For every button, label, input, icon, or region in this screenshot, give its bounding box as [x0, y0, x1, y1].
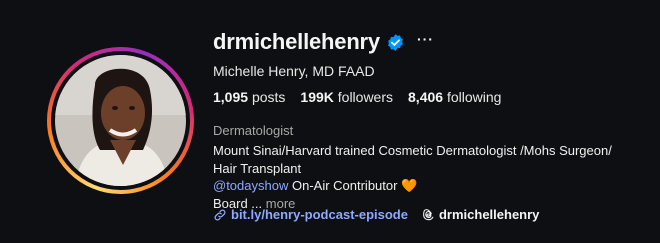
- profile-stats: 1,095 posts 199K followers 8,406 followi…: [213, 89, 501, 105]
- following-count: 8,406: [408, 89, 444, 105]
- username-row: drmichellehenry ···: [213, 29, 434, 55]
- posts-stat: 1,095 posts: [213, 89, 285, 105]
- followers-count: 199K: [300, 89, 334, 105]
- threads-handle: drmichellehenry: [438, 207, 540, 222]
- threads-icon: [423, 209, 434, 221]
- followers-label: followers: [337, 89, 394, 105]
- profile-avatar[interactable]: [47, 47, 194, 194]
- following-stat[interactable]: 8,406 following: [408, 89, 501, 105]
- full-name: Michelle Henry, MD FAAD: [213, 63, 375, 79]
- link-icon: [214, 209, 226, 220]
- threads-link[interactable]: drmichellehenry: [422, 207, 539, 222]
- website-link-text: bit.ly/henry-podcast-episode: [231, 207, 408, 222]
- posts-label: posts: [251, 89, 286, 105]
- bio-line-2: @todayshow On-Air Contributor 🧡: [213, 177, 633, 195]
- avatar-portrait: [55, 55, 186, 186]
- username: drmichellehenry: [213, 29, 380, 54]
- following-label: following: [446, 89, 502, 105]
- bio-line-1: Mount Sinai/Harvard trained Cosmetic Der…: [213, 143, 612, 176]
- bio-mention-suffix: On-Air Contributor: [288, 178, 402, 193]
- heart-emoji: 🧡: [401, 178, 418, 193]
- profile-category: Dermatologist: [213, 123, 294, 138]
- profile-bio: Mount Sinai/Harvard trained Cosmetic Der…: [213, 142, 633, 212]
- links-row: bit.ly/henry-podcast-episode drmichelleh…: [213, 207, 539, 222]
- followers-stat[interactable]: 199K followers: [300, 89, 393, 105]
- website-link[interactable]: bit.ly/henry-podcast-episode: [213, 207, 408, 222]
- avatar-photo: [55, 55, 186, 186]
- verified-badge-icon: [388, 33, 403, 51]
- mention-link[interactable]: @todayshow: [213, 178, 288, 193]
- more-options-icon[interactable]: ···: [417, 31, 434, 47]
- avatar-gap: [51, 51, 190, 190]
- posts-count: 1,095: [213, 89, 249, 105]
